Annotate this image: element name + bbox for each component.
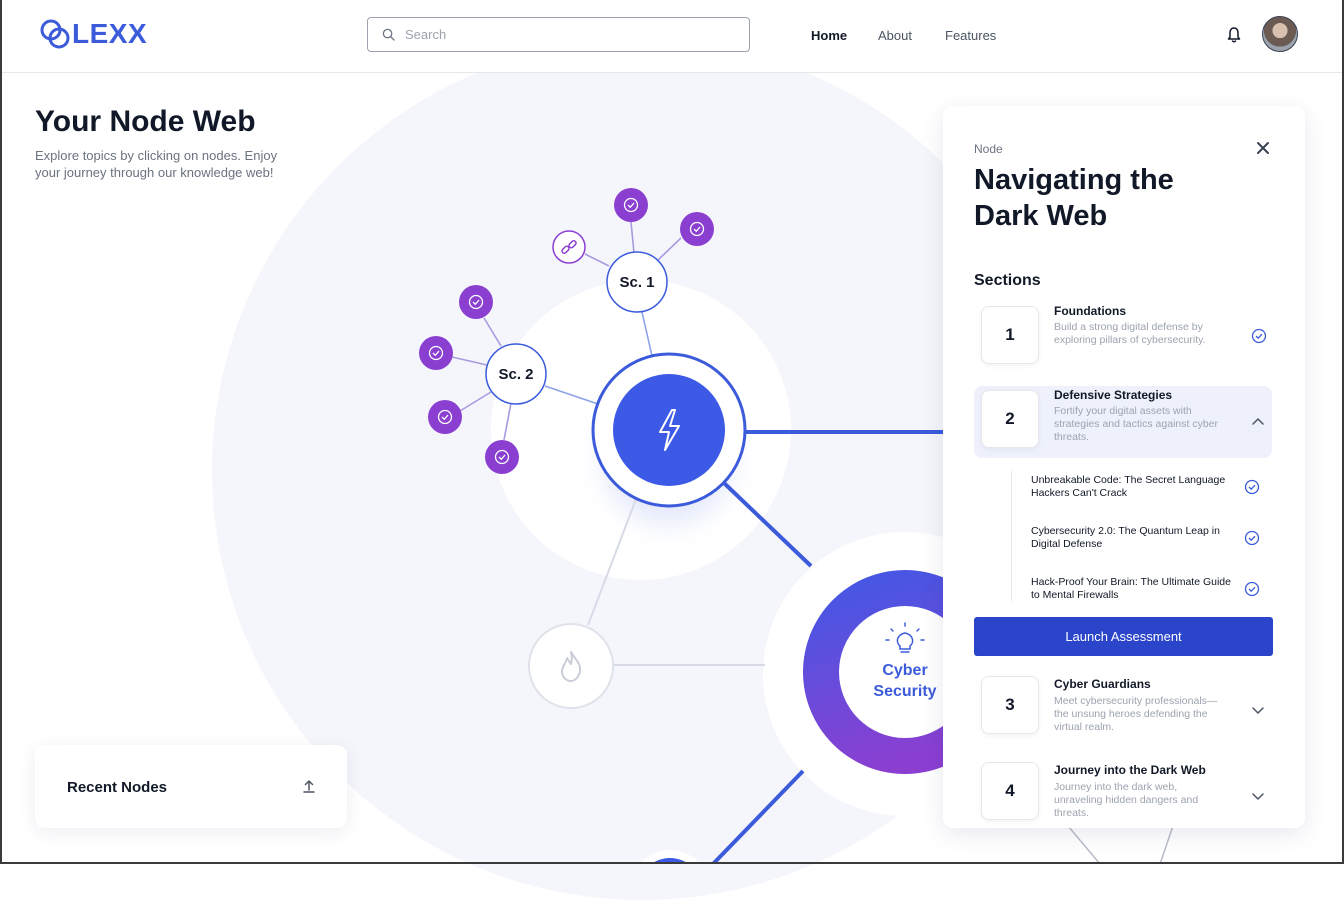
- section-description: Fortify your digital assets with strateg…: [1054, 405, 1219, 443]
- section-number: 2: [981, 390, 1039, 448]
- sections-label: Sections: [974, 272, 1041, 289]
- section-item-3[interactable]: 3 Cyber Guardians Meet cybersecurity pro…: [974, 672, 1272, 744]
- cyber-security-label: Cyber Security: [873, 662, 937, 700]
- subcluster-2-label: Sc. 2: [498, 366, 533, 383]
- check-circle-icon: [1244, 479, 1260, 500]
- section-item-1[interactable]: 1 Foundations Build a strong digital def…: [974, 302, 1272, 374]
- launch-assessment-button[interactable]: Launch Assessment: [974, 617, 1273, 656]
- subcluster-node-1[interactable]: Sc. 1: [606, 251, 668, 313]
- subsection-guide-line: [1011, 471, 1012, 601]
- panel-title: Navigating the Dark Web: [974, 164, 1174, 232]
- nav-about[interactable]: About: [878, 28, 912, 43]
- page-title: Your Node Web: [35, 105, 256, 138]
- leaf-node-completed[interactable]: [680, 212, 714, 246]
- chevron-down-icon[interactable]: [1251, 788, 1265, 806]
- flame-node[interactable]: [528, 623, 614, 709]
- section-title: Cyber Guardians: [1054, 677, 1151, 691]
- lexx-logo[interactable]: LEXX: [40, 18, 147, 50]
- leaf-node-completed[interactable]: [614, 188, 648, 222]
- section-item-2[interactable]: 2 Defensive Strategies Fortify your digi…: [974, 386, 1272, 458]
- section-number: 1: [981, 306, 1039, 364]
- section-title: Foundations: [1054, 304, 1126, 318]
- user-avatar[interactable]: [1262, 16, 1298, 52]
- subsection-item[interactable]: Cybersecurity 2.0: The Quantum Leap in D…: [1031, 525, 1236, 551]
- section-number: 4: [981, 762, 1039, 820]
- leaf-node-completed[interactable]: [419, 336, 453, 370]
- search-box[interactable]: [367, 17, 750, 52]
- top-navigation-bar: LEXX Home About Features: [0, 0, 1344, 73]
- section-title: Defensive Strategies: [1054, 388, 1173, 402]
- search-icon: [382, 28, 395, 41]
- section-item-4[interactable]: 4 Journey into the Dark Web Journey into…: [974, 758, 1272, 828]
- panel-kicker: Node: [974, 142, 1003, 156]
- chevron-down-icon[interactable]: [1251, 702, 1265, 720]
- recent-nodes-title: Recent Nodes: [67, 779, 168, 796]
- leaf-node-completed[interactable]: [459, 285, 493, 319]
- page-subtitle: Explore topics by clicking on nodes. Enj…: [35, 148, 278, 180]
- chevron-up-icon[interactable]: [1251, 414, 1265, 432]
- leaf-node-completed[interactable]: [428, 400, 462, 434]
- nav-features[interactable]: Features: [945, 28, 996, 43]
- check-circle-icon: [1251, 328, 1267, 349]
- section-description: Meet cybersecurity professionals—the uns…: [1054, 695, 1218, 733]
- section-description: Build a strong digital defense by explor…: [1054, 321, 1206, 346]
- search-input[interactable]: [403, 26, 727, 43]
- leaf-node-link[interactable]: [552, 230, 586, 264]
- section-number: 3: [981, 676, 1039, 734]
- recent-nodes-card[interactable]: Recent Nodes: [35, 745, 347, 828]
- section-description: Journey into the dark web, unraveling hi…: [1054, 781, 1199, 819]
- section-title: Journey into the Dark Web: [1054, 763, 1206, 777]
- subsection-item[interactable]: Unbreakable Code: The Secret Language Ha…: [1031, 474, 1236, 500]
- subcluster-2-node[interactable]: Sc. 2: [485, 343, 547, 405]
- core-node[interactable]: [591, 352, 747, 508]
- lexx-logo-icon: [40, 19, 70, 49]
- leaf-node-completed[interactable]: [485, 440, 519, 474]
- subsection-item[interactable]: Hack-Proof Your Brain: The Ultimate Guid…: [1031, 576, 1236, 602]
- nav-home[interactable]: Home: [811, 28, 847, 43]
- brand-name: LEXX: [72, 18, 148, 49]
- node-detail-panel: Node Navigating the Dark Web Sections 1 …: [943, 106, 1305, 828]
- check-circle-icon: [1244, 581, 1260, 602]
- close-icon[interactable]: [1256, 139, 1270, 159]
- notifications-bell-icon[interactable]: [1226, 26, 1242, 49]
- subcluster-1-label: Sc. 1: [619, 274, 654, 291]
- check-circle-icon: [1244, 530, 1260, 551]
- expand-upload-icon[interactable]: [303, 779, 315, 798]
